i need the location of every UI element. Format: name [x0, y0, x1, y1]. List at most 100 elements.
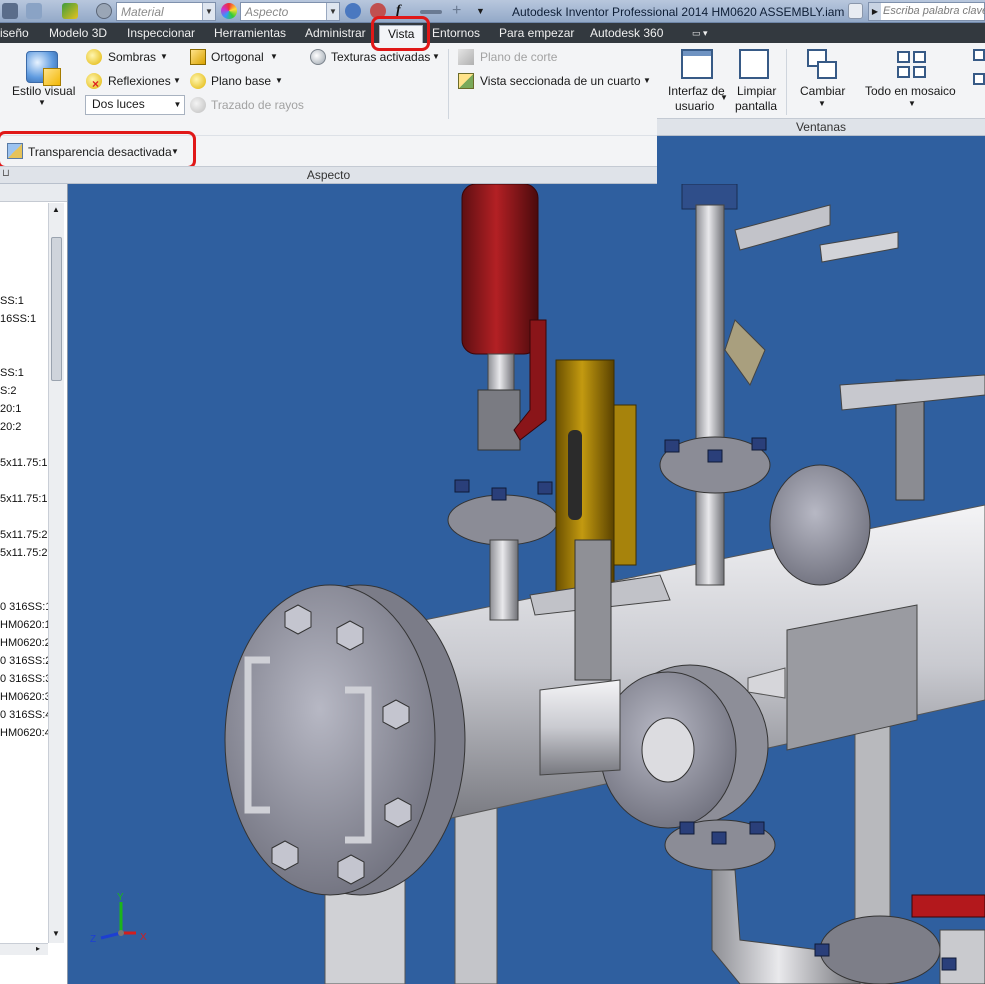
quarter-section-icon[interactable]	[458, 73, 474, 89]
pipe-flange-bore	[641, 717, 695, 783]
measure-icon[interactable]	[420, 10, 442, 14]
pin-icon[interactable]: ⊔	[2, 168, 10, 179]
textures-icon[interactable]	[310, 49, 326, 65]
tab-diseno[interactable]: iseño	[0, 25, 29, 43]
reflexiones-button[interactable]: Reflexiones	[108, 74, 171, 88]
arrange-icon[interactable]	[973, 73, 985, 85]
tab-autodesk-360[interactable]: Autodesk 360	[590, 25, 663, 43]
ground-plane-icon[interactable]	[190, 73, 206, 89]
save-icon[interactable]	[2, 3, 18, 19]
trazado-rayos-button: Trazado de rayos	[211, 98, 304, 112]
lighting-style-select[interactable]: Dos luces ▼	[85, 95, 185, 115]
tree-item[interactable]: 5x11.75:1	[0, 493, 48, 505]
adjust-icon[interactable]	[345, 3, 361, 19]
limpiar-pantalla-label-2[interactable]: pantalla	[735, 99, 777, 113]
interfaz-usuario-label-2[interactable]: usuario	[675, 99, 714, 113]
tree-item[interactable]: 16SS:1	[0, 313, 36, 325]
ortogonal-button[interactable]: Ortogonal	[211, 50, 264, 64]
assembly-model-render[interactable]: Y X Z	[68, 184, 985, 984]
help-search-field[interactable]: ▶ Escriba palabra clave	[868, 2, 985, 21]
tree-item[interactable]: SS:1	[0, 367, 24, 379]
chevron-down-icon[interactable]: ▼	[275, 76, 283, 85]
shadows-icon[interactable]	[86, 49, 102, 65]
bolt-nut	[336, 620, 364, 651]
tree-item[interactable]: 0 316SS:4	[0, 709, 51, 721]
chevron-down-icon[interactable]: ▼	[643, 76, 651, 85]
bolt	[711, 831, 727, 845]
visual-style-icon[interactable]	[26, 51, 61, 86]
scroll-up-icon[interactable]: ▲	[52, 205, 60, 214]
plus-icon[interactable]: +	[452, 3, 468, 19]
scroll-right-icon[interactable]: ▸	[36, 944, 40, 953]
tree-item[interactable]: HM0620:1	[0, 619, 51, 631]
interfaz-usuario-label-1[interactable]: Interfaz de	[668, 84, 725, 98]
tree-item[interactable]: 20:1	[0, 403, 21, 415]
texturas-button[interactable]: Texturas activadas	[331, 50, 430, 64]
material-combo[interactable]: Material ▼	[116, 2, 216, 21]
gauge-window	[568, 430, 582, 520]
tree-item[interactable]: HM0620:3	[0, 691, 51, 703]
scrollbar-thumb[interactable]	[51, 237, 62, 381]
browser-scrollbar[interactable]: ▲ ▼	[48, 203, 64, 943]
tab-para-empezar[interactable]: Para empezar	[499, 25, 574, 43]
tree-item[interactable]: 5x11.75:2	[0, 547, 48, 559]
arrow-right-icon[interactable]: ▶	[869, 3, 881, 20]
valve-handle	[819, 231, 899, 263]
undo-icon[interactable]	[26, 3, 42, 19]
chevron-down-icon[interactable]: ▼	[173, 76, 181, 85]
chevron-down-icon: ▼	[173, 100, 182, 109]
orthographic-icon[interactable]	[190, 49, 206, 65]
vista-seccionada-button[interactable]: Vista seccionada de un cuarto	[480, 74, 641, 88]
lower-frame	[939, 929, 985, 984]
tree-item[interactable]: 0 316SS:3	[0, 673, 51, 685]
tab-herramientas[interactable]: Herramientas	[214, 25, 286, 43]
chevron-down-icon[interactable]: ▼	[720, 93, 728, 102]
chevron-down-icon[interactable]: ▼	[908, 99, 916, 108]
todo-en-mosaico-button[interactable]: Todo en mosaico	[865, 84, 956, 98]
clean-screen-icon[interactable]	[739, 49, 769, 79]
chevron-down-icon[interactable]: ▼	[818, 99, 826, 108]
tab-inspeccionar[interactable]: Inspeccionar	[127, 25, 195, 43]
cambiar-button[interactable]: Cambiar	[800, 84, 845, 98]
update-icon[interactable]	[96, 3, 112, 19]
chevron-down-icon[interactable]: ▼	[270, 52, 278, 61]
sombras-button[interactable]: Sombras	[108, 50, 156, 64]
bolt	[454, 479, 470, 493]
switch-window-icon[interactable]	[807, 49, 837, 79]
tree-item[interactable]: S:2	[0, 385, 17, 397]
section-plane-icon	[458, 49, 474, 65]
plano-base-button[interactable]: Plano base	[211, 74, 271, 88]
tree-item[interactable]: HM0620:2	[0, 637, 51, 649]
tab-entornos[interactable]: Entornos	[432, 25, 480, 43]
tree-item[interactable]: HM0620:4	[0, 727, 51, 739]
needle-valve	[734, 204, 831, 251]
qa-customize-icon[interactable]: ▼	[476, 3, 492, 19]
cascade-icon[interactable]	[973, 49, 985, 61]
chevron-down-icon[interactable]: ▼	[38, 98, 46, 107]
tree-item[interactable]: 20:2	[0, 421, 21, 433]
tree-item[interactable]: 0 316SS:2	[0, 655, 51, 667]
tree-item[interactable]: 5x11.75:2	[0, 529, 48, 541]
color-wheel-icon[interactable]	[221, 3, 237, 19]
reflections-icon[interactable]: ×	[86, 73, 102, 90]
tree-item[interactable]: 5x11.75:1	[0, 457, 48, 469]
select-icon[interactable]	[62, 3, 78, 19]
estilo-visual-label[interactable]: Estilo visual	[12, 84, 75, 98]
chevron-down-icon[interactable]: ▼	[160, 52, 168, 61]
help-panel-icon[interactable]	[848, 3, 863, 19]
scroll-down-icon[interactable]: ▼	[52, 929, 60, 938]
bolt	[707, 449, 723, 463]
tab-modelo-3d[interactable]: Modelo 3D	[49, 25, 107, 43]
tile-icon	[913, 66, 926, 78]
tree-item[interactable]: 0 316SS:1	[0, 601, 51, 613]
limpiar-pantalla-label-1[interactable]: Limpiar	[737, 84, 776, 98]
aspect-combo[interactable]: Aspecto ▼	[240, 2, 340, 21]
tab-administrar[interactable]: Administrar	[305, 25, 366, 43]
graphics-viewport[interactable]: Y X Z	[68, 184, 985, 984]
browser-hscrollbar[interactable]: ▸	[0, 943, 48, 955]
chevron-down-icon[interactable]: ▼	[432, 52, 440, 61]
tile-all-icon[interactable]	[897, 51, 927, 79]
tile-icon	[897, 66, 910, 78]
tree-item[interactable]: SS:1	[0, 295, 24, 307]
user-interface-icon[interactable]	[681, 49, 713, 79]
